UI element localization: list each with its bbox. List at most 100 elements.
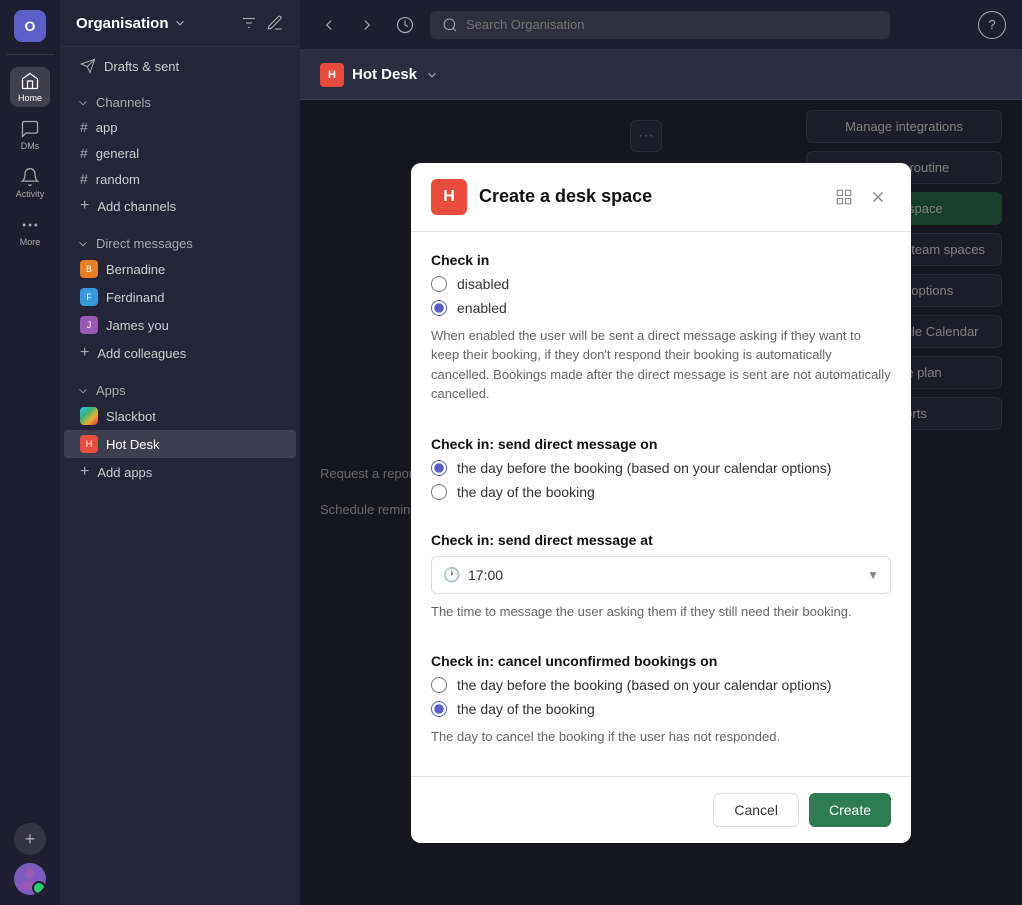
dm-day-of-option[interactable]: the day of the booking: [431, 484, 891, 500]
check-in-radio-group: disabled enabled: [431, 276, 891, 316]
search-input[interactable]: [466, 17, 878, 32]
history-button[interactable]: [392, 12, 418, 38]
expand-icon: [835, 188, 853, 206]
title-chevron-icon: [425, 68, 439, 82]
check-in-disabled-option[interactable]: disabled: [431, 276, 891, 292]
check-in-enabled-option[interactable]: enabled: [431, 300, 891, 316]
content-header: H Hot Desk: [300, 50, 1022, 100]
apps-header[interactable]: Apps: [60, 379, 300, 402]
icon-bar: O Home DMs Activity More +: [0, 0, 60, 905]
app-hotdesk[interactable]: H Hot Desk: [64, 430, 296, 458]
modal-header-buttons: [831, 184, 891, 210]
check-in-disabled-radio[interactable]: [431, 276, 447, 292]
add-channels-label: Add channels: [97, 199, 176, 214]
more-label: More: [20, 237, 41, 247]
dm-bernadine[interactable]: B Bernadine: [64, 255, 296, 283]
sidebar: Organisation Drafts & sent Channels: [60, 0, 300, 905]
org-avatar[interactable]: O: [14, 10, 46, 42]
app-slackbot[interactable]: Slackbot: [64, 402, 296, 430]
dm-ferdinand[interactable]: F Ferdinand: [64, 283, 296, 311]
dms-nav[interactable]: DMs: [10, 115, 50, 155]
dm-day-before-option[interactable]: the day before the booking (based on you…: [431, 460, 891, 476]
dm-james[interactable]: J James you: [64, 311, 296, 339]
activity-nav[interactable]: Activity: [10, 163, 50, 203]
ferdinand-avatar: F: [80, 288, 98, 306]
add-channels-item[interactable]: + Add channels: [64, 192, 296, 220]
cancel-on-label: Check in: cancel unconfirmed bookings on: [431, 653, 891, 669]
search-icon: [442, 17, 458, 33]
drafts-item[interactable]: Drafts & sent: [64, 53, 296, 79]
top-bar: ?: [300, 0, 1022, 50]
main-area: ? H Hot Desk ··· ···: [300, 0, 1022, 905]
send-dm-at-label: Check in: send direct message at: [431, 532, 891, 548]
close-icon: [869, 188, 887, 206]
user-avatar[interactable]: [14, 863, 46, 895]
sidebar-channel-random[interactable]: # random: [64, 166, 296, 192]
cancel-on-info: The day to cancel the booking if the use…: [431, 727, 891, 747]
send-dm-at-select[interactable]: 17:00 08:00 09:00 10:00 12:00: [431, 556, 891, 594]
modal-expand-button[interactable]: [831, 184, 857, 210]
back-button[interactable]: [316, 12, 342, 38]
modal-overlay: H Create a desk space: [300, 100, 1022, 905]
main-content: ··· ··· ··· Request a report: Schedule r…: [300, 100, 1022, 905]
dm-day-of-radio[interactable]: [431, 484, 447, 500]
add-apps-item[interactable]: + Add apps: [64, 458, 296, 486]
cancel-day-of-option[interactable]: the day of the booking: [431, 701, 891, 717]
cancel-button[interactable]: Cancel: [713, 793, 799, 827]
create-desk-space-modal: H Create a desk space: [411, 163, 911, 843]
modal-header: H Create a desk space: [411, 163, 911, 232]
cancel-day-before-label: the day before the booking (based on you…: [457, 677, 831, 693]
home-label: Home: [18, 93, 42, 103]
check-in-enabled-radio[interactable]: [431, 300, 447, 316]
send-dm-on-label: Check in: send direct message on: [431, 436, 891, 452]
modal-close-button[interactable]: [865, 184, 891, 210]
cancel-day-before-option[interactable]: the day before the booking (based on you…: [431, 677, 891, 693]
help-button[interactable]: ?: [978, 11, 1006, 39]
add-colleagues-label: Add colleagues: [97, 346, 186, 361]
send-dm-on-section: Check in: send direct message on the day…: [431, 436, 891, 500]
dms-label: DMs: [21, 141, 40, 151]
compose-icon[interactable]: [266, 14, 284, 32]
content-title[interactable]: H Hot Desk: [320, 63, 439, 87]
create-button[interactable]: Create: [809, 793, 891, 827]
dm-day-before-radio[interactable]: [431, 460, 447, 476]
more-nav[interactable]: More: [10, 211, 50, 251]
channels-header[interactable]: Channels: [60, 91, 300, 114]
cancel-day-before-radio[interactable]: [431, 677, 447, 693]
dms-section: Direct messages B Bernadine F Ferdinand …: [60, 226, 300, 373]
sidebar-channel-app[interactable]: # app: [64, 114, 296, 140]
cancel-day-of-radio[interactable]: [431, 701, 447, 717]
sidebar-header-actions: [240, 14, 284, 32]
channels-label: Channels: [96, 95, 151, 110]
top-bar-right: ?: [978, 11, 1006, 39]
dm-day-of-label: the day of the booking: [457, 484, 595, 500]
modal-body: Check in disabled enabled: [411, 232, 911, 776]
org-name[interactable]: Organisation: [76, 15, 187, 32]
apps-label: Apps: [96, 383, 126, 398]
filter-icon[interactable]: [240, 14, 258, 32]
james-name: James you: [106, 318, 169, 333]
check-in-enabled-label: enabled: [457, 300, 507, 316]
search-bar[interactable]: [430, 11, 890, 39]
dms-chevron-icon: [76, 237, 90, 251]
check-in-disabled-label: disabled: [457, 276, 509, 292]
check-in-label: Check in: [431, 252, 891, 268]
drafts-label: Drafts & sent: [104, 59, 179, 74]
check-in-section: Check in disabled enabled: [431, 252, 891, 404]
dms-header[interactable]: Direct messages: [60, 232, 300, 255]
sidebar-header: Organisation: [60, 0, 300, 47]
drafts-icon: [80, 58, 96, 74]
home-nav[interactable]: Home: [10, 67, 50, 107]
add-apps-label: Add apps: [97, 465, 152, 480]
dms-section-label: Direct messages: [96, 236, 193, 251]
forward-button[interactable]: [354, 12, 380, 38]
bernadine-avatar: B: [80, 260, 98, 278]
sidebar-channel-general[interactable]: # general: [64, 140, 296, 166]
send-dm-at-clock-icon: 🕐: [443, 566, 460, 583]
add-workspace-button[interactable]: +: [14, 823, 46, 855]
content-title-text: Hot Desk: [352, 66, 417, 83]
add-colleagues-item[interactable]: + Add colleagues: [64, 339, 296, 367]
hotdesk-sidebar-avatar: H: [80, 435, 98, 453]
send-dm-at-wrapper: 🕐 17:00 08:00 09:00 10:00 12:00 ▼: [431, 556, 891, 594]
activity-label: Activity: [16, 189, 45, 199]
